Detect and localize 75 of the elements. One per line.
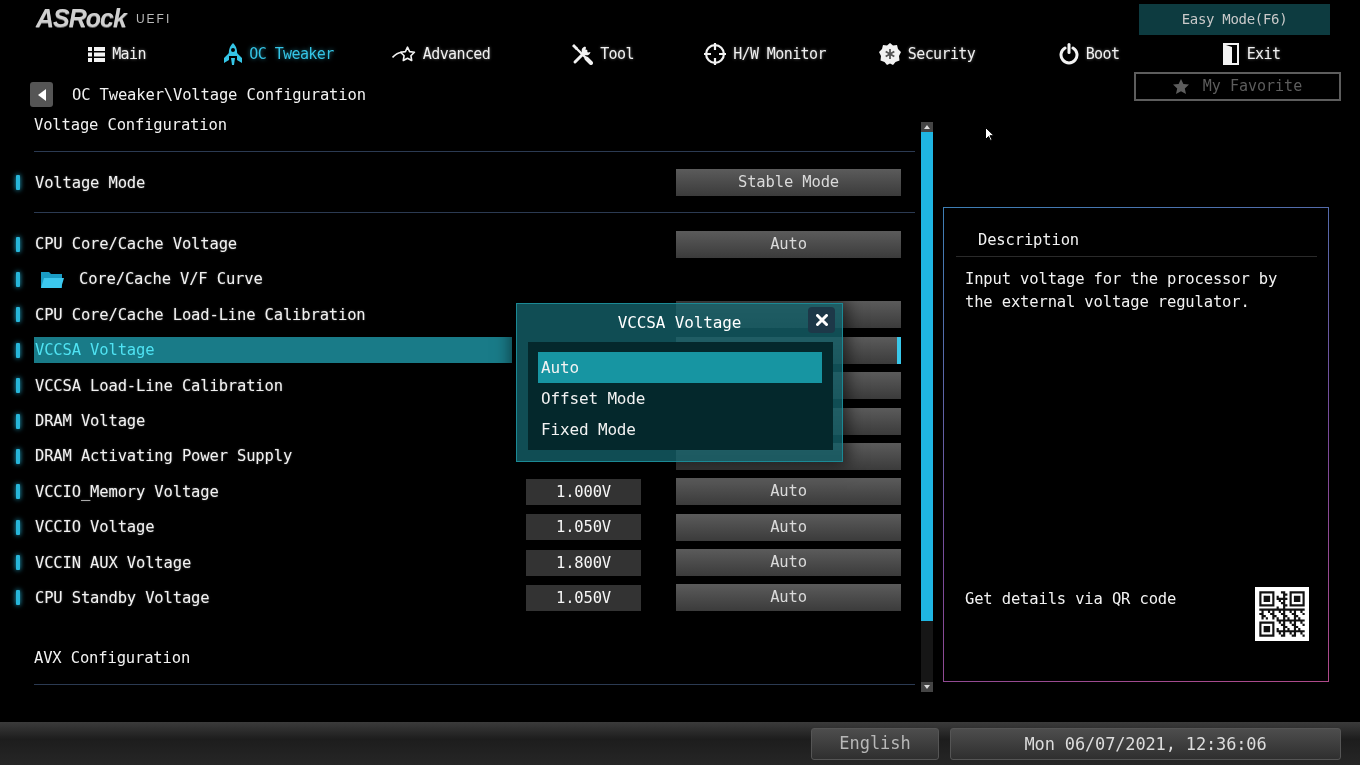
badge-icon: [878, 43, 901, 65]
option-selector[interactable]: Auto: [676, 513, 901, 541]
value-readout: 1.000V: [526, 478, 641, 505]
qr-caption: Get details via QR code: [965, 589, 1177, 610]
triangle-down-icon: [924, 685, 930, 689]
row-marker-icon: [16, 590, 20, 606]
setting-item[interactable]: DRAM Activating Power Supply: [34, 443, 512, 470]
folder-icon: [41, 270, 64, 289]
row-marker-icon: [16, 448, 20, 464]
setting-item[interactable]: CPU Standby Voltage: [34, 585, 512, 611]
nav-tab[interactable]: Security: [846, 38, 1008, 70]
setting-item[interactable]: VCCIN AUX Voltage: [34, 549, 512, 576]
brand-logo: ASRock: [36, 5, 126, 31]
scroll-down-button[interactable]: [921, 682, 933, 692]
nav-tab[interactable]: Boot: [1008, 38, 1170, 70]
setting-item[interactable]: DRAM Voltage: [34, 408, 512, 435]
crosshair-icon: [704, 43, 727, 65]
product-label: UEFI: [135, 12, 172, 26]
setting-item[interactable]: VCCSA Load-Line Calibration: [34, 372, 512, 399]
row-marker-icon: [16, 519, 20, 535]
easy-mode-button[interactable]: Easy Mode(F6): [1139, 4, 1330, 35]
star-icon: [1172, 78, 1189, 95]
star-icon: [391, 46, 416, 62]
value-readout: 1.050V: [526, 514, 641, 541]
back-button[interactable]: [30, 82, 53, 107]
row-marker-icon: [16, 175, 20, 191]
list-icon: [88, 46, 106, 62]
row-marker-icon: [16, 378, 20, 394]
date-time-display: Mon 06/07/2021, 12:36:06: [950, 727, 1341, 760]
row-marker-icon: [16, 413, 20, 429]
value-readout: 1.800V: [526, 549, 641, 576]
section-heading[interactable]: AVX Configuration: [34, 645, 191, 670]
option-selector[interactable]: Auto: [676, 478, 901, 506]
close-icon: [815, 314, 828, 326]
row-marker-icon: [16, 555, 20, 571]
qr-code-icon: [1255, 587, 1309, 641]
dialog-title: VCCSA Voltage: [617, 311, 742, 334]
description-text: Input voltage for the processor by the external voltage regulator.: [964, 269, 1279, 313]
door-icon: [1221, 43, 1240, 65]
setting-item[interactable]: Voltage Mode: [34, 169, 512, 196]
value-readout: 1.050V: [526, 585, 641, 611]
nav-tab[interactable]: Main: [36, 38, 198, 70]
row-marker-icon: [16, 484, 20, 500]
option-selector[interactable]: Auto: [676, 230, 901, 258]
rocket-icon: [224, 43, 243, 65]
row-marker-icon: [16, 307, 20, 323]
row-marker-icon: [16, 236, 20, 252]
nav-tab[interactable]: H/W Monitor: [684, 38, 846, 70]
dialog-option[interactable]: Offset Mode: [538, 383, 822, 414]
dialog-option[interactable]: Fixed Mode: [538, 414, 822, 445]
nav-tab[interactable]: Exit: [1170, 38, 1332, 70]
mouse-pointer-icon: [985, 127, 994, 141]
option-selector[interactable]: Auto: [676, 584, 901, 612]
power-icon: [1058, 43, 1079, 65]
setting-item[interactable]: CPU Core/Cache Voltage: [34, 231, 512, 258]
breadcrumb-path: OC Tweaker\Voltage Configuration: [72, 85, 366, 106]
description-title: Description: [956, 208, 1317, 257]
wrench-screwdriver-icon: [572, 43, 594, 65]
close-button[interactable]: [808, 307, 835, 333]
setting-item[interactable]: VCCIO_Memory Voltage: [34, 478, 512, 505]
section-heading: Voltage Configuration: [34, 113, 915, 152]
triangle-up-icon: [924, 125, 930, 129]
option-selector[interactable]: Stable Mode: [676, 169, 901, 197]
row-marker-icon: [16, 271, 20, 287]
setting-item[interactable]: VCCIO Voltage: [34, 514, 512, 541]
row-marker-icon: [16, 342, 20, 358]
option-selector[interactable]: Auto: [676, 549, 901, 577]
scroll-up-button[interactable]: [921, 122, 933, 132]
setting-item[interactable]: CPU Core/Cache Load-Line Calibration: [34, 301, 512, 328]
triangle-left-icon: [37, 88, 46, 101]
language-button[interactable]: English: [811, 727, 939, 760]
submenu-item[interactable]: Core/Cache V/F Curve: [34, 266, 512, 293]
nav-tab[interactable]: Tool: [522, 38, 684, 70]
nav-tab[interactable]: Advanced: [360, 38, 522, 70]
nav-tab[interactable]: OC Tweaker: [198, 38, 360, 70]
